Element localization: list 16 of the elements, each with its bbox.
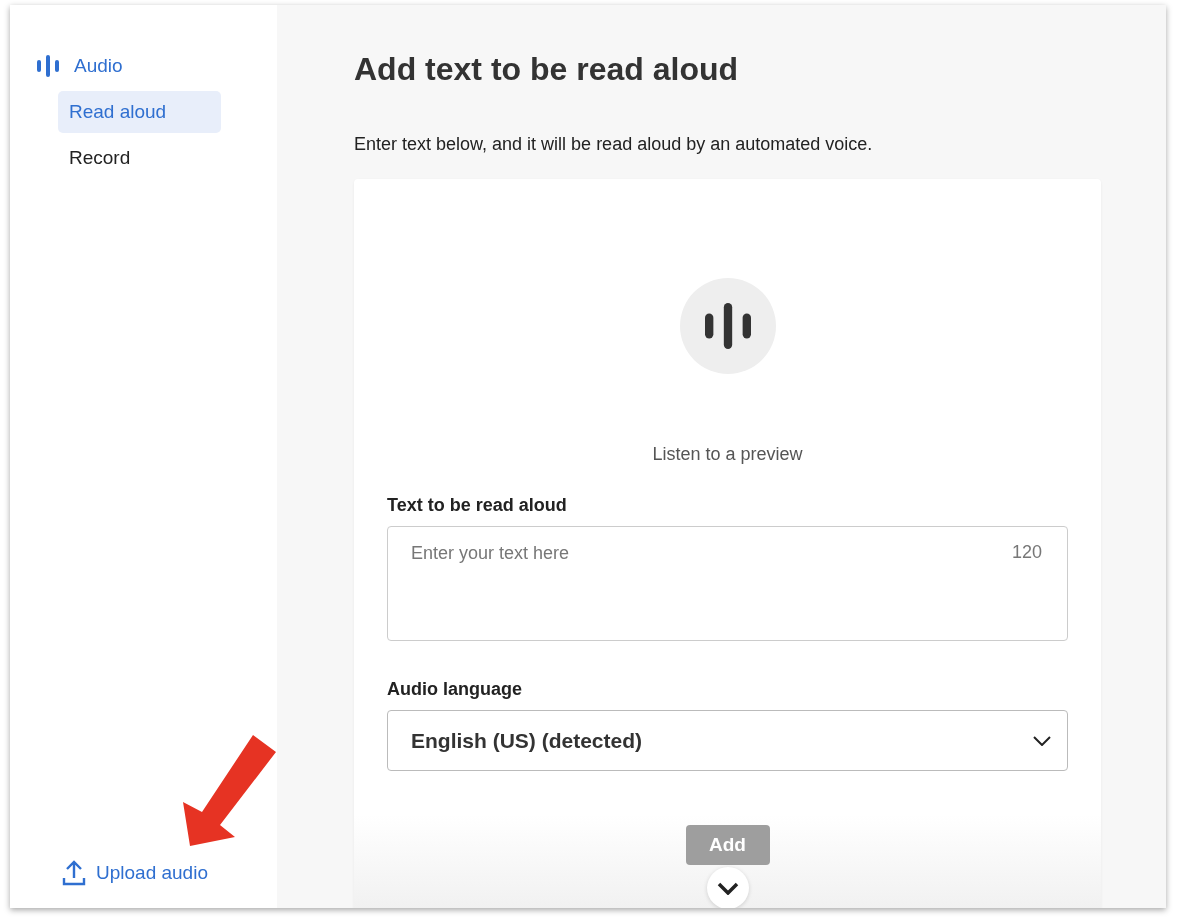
field-label: Text to be read aloud	[387, 495, 568, 516]
chevron-down-icon	[717, 881, 739, 895]
upload-icon	[62, 860, 86, 886]
character-counter: 120	[1011, 542, 1042, 563]
description-text: Enter text below, and it will be read aloud by an automated voice.	[354, 134, 874, 155]
page-title: Add text to be read aloud	[354, 51, 740, 88]
upload-audio-link[interactable]: Upload audio	[96, 862, 208, 884]
section-title: Audio	[74, 55, 123, 77]
preview-label: Listen to a preview	[652, 444, 803, 465]
chevron-down-icon	[1033, 735, 1051, 746]
field-label: Audio language	[387, 679, 523, 700]
sidebar-item[interactable]: Record	[58, 137, 221, 179]
audio-wave-icon	[36, 55, 60, 77]
sidebar-item[interactable]: Read aloud	[58, 91, 221, 133]
scroll-down-button[interactable]	[707, 867, 749, 908]
language-dropdown[interactable]: English (US) (detected)	[387, 710, 1068, 771]
